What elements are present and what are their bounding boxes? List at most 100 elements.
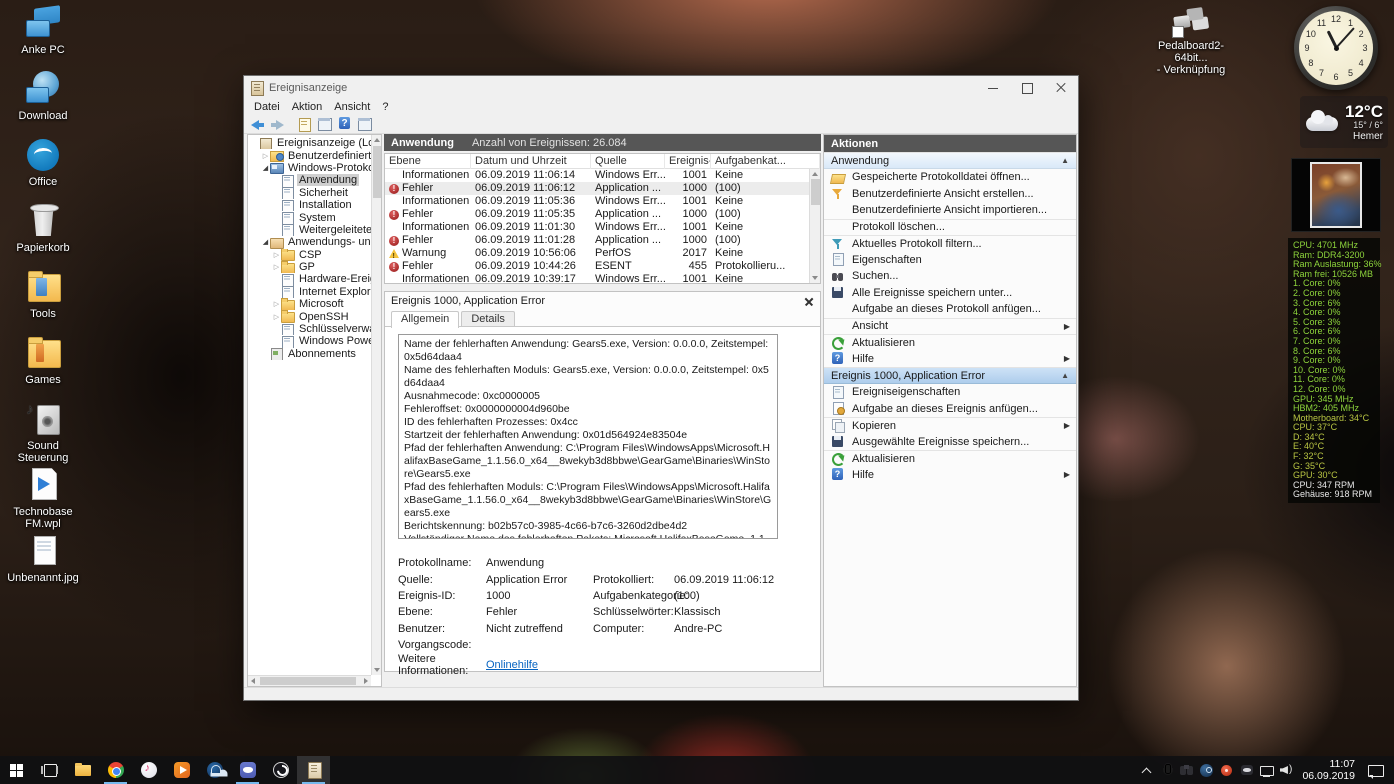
list-vertical-scrollbar[interactable] — [809, 169, 820, 283]
tray-expand-icon[interactable] — [1138, 759, 1155, 781]
action-section-header[interactable]: Anwendung ▲ — [824, 152, 1076, 169]
column-header-2[interactable]: Datum und Uhrzeit — [471, 154, 591, 169]
menu-ansicht[interactable]: Ansicht — [328, 101, 376, 113]
action-item[interactable]: Aufgabe an dieses Ereignis anfügen... — [824, 400, 1076, 417]
action-pane-icon[interactable] — [356, 116, 373, 132]
column-header-5[interactable]: Aufgabenkat... — [711, 154, 820, 169]
discord-button[interactable] — [231, 756, 264, 784]
action-item[interactable]: Suchen... — [824, 268, 1076, 285]
tree-item[interactable]: ▷ OpenSSH — [248, 310, 371, 323]
scroll-down-icon[interactable] — [812, 276, 818, 280]
action-item[interactable]: Eigenschaften — [824, 251, 1076, 268]
column-header-3[interactable]: Quelle — [591, 154, 665, 169]
desktop-icon-games[interactable]: Games — [4, 334, 82, 400]
action-item[interactable]: Gespeicherte Protokolldatei öffnen... — [824, 169, 1076, 186]
tree-item[interactable]: ▷ Benutzerdefinierte Ansichten — [248, 149, 371, 162]
discord-tray-icon[interactable] — [1238, 759, 1255, 781]
export-icon[interactable] — [296, 116, 313, 132]
close-button[interactable] — [1044, 76, 1078, 99]
binoculars-icon[interactable] — [1178, 759, 1195, 781]
tab-allgemein[interactable]: Allgemein — [391, 311, 460, 328]
console-tree-icon[interactable] — [316, 116, 333, 132]
action-item[interactable]: Ausgewählte Ereignisse speichern... — [824, 433, 1076, 450]
scroll-right-icon[interactable] — [364, 678, 368, 684]
media-player-button[interactable] — [165, 756, 198, 784]
forward-icon[interactable] — [269, 116, 286, 132]
headset-app-button[interactable] — [198, 756, 231, 784]
expanded-icon[interactable]: ◢ — [261, 238, 270, 246]
tree-item[interactable]: ◢ Anwendungs- und Dienstprotokolle — [248, 236, 371, 249]
obs-studio-button[interactable] — [264, 756, 297, 784]
action-item[interactable]: Hilfe ▶ — [824, 350, 1076, 367]
tree-item[interactable]: System — [248, 211, 371, 224]
menu-aktion[interactable]: Aktion — [286, 101, 329, 113]
volume-icon[interactable] — [1278, 759, 1295, 781]
tree-item[interactable]: Internet Explorer — [248, 286, 371, 299]
expanded-icon[interactable]: ◢ — [261, 164, 270, 172]
desktop-icon-office[interactable]: Office — [4, 136, 82, 202]
taskbar-clock[interactable]: 11:07 06.09.2019 — [1296, 758, 1363, 782]
steam-icon[interactable] — [1198, 759, 1215, 781]
desktop-icon-unbenannt-jpg[interactable]: Unbenannt.jpg — [4, 532, 82, 598]
photo-slideshow-widget[interactable] — [1291, 158, 1381, 232]
event-viewer-button[interactable] — [297, 756, 330, 784]
file-explorer-button[interactable] — [66, 756, 99, 784]
tree-vertical-scrollbar[interactable] — [371, 135, 381, 675]
minimize-button[interactable] — [976, 76, 1010, 99]
column-header-1[interactable]: Ebene — [385, 154, 471, 169]
collapse-icon[interactable]: ▲ — [1061, 156, 1069, 165]
collapsed-icon[interactable]: ▷ — [272, 263, 281, 271]
microphone-icon[interactable] — [1158, 759, 1175, 781]
chrome-button[interactable] — [99, 756, 132, 784]
network-icon[interactable] — [1258, 759, 1275, 781]
event-row[interactable]: Informationen 06.09.2019 11:01:30 Windows … — [385, 221, 820, 234]
event-row[interactable]: Fehler 06.09.2019 10:44:26 ESENT 455 Protoko… — [385, 260, 820, 273]
scrollbar-thumb[interactable] — [373, 146, 381, 198]
scroll-up-icon[interactable] — [812, 172, 818, 176]
tree-item[interactable]: Sicherheit — [248, 187, 371, 199]
tree-item[interactable]: Anwendung — [248, 174, 371, 187]
scrollbar-thumb[interactable] — [811, 179, 820, 205]
action-item[interactable]: Alle Ereignisse speichern unter... — [824, 284, 1076, 301]
tree-item[interactable]: ▷ Microsoft — [248, 298, 371, 311]
action-item[interactable]: Ansicht ▶ — [824, 317, 1076, 334]
desktop-icon-technobase-fm[interactable]: Technobase FM.wpl — [4, 466, 82, 532]
event-row[interactable]: Warnung 06.09.2019 10:56:06 PerfOS 2017 Kein… — [385, 247, 820, 260]
notifications-icon[interactable] — [1365, 759, 1387, 781]
collapse-icon[interactable]: ▲ — [1061, 371, 1069, 380]
itunes-button[interactable] — [132, 756, 165, 784]
record-icon[interactable] — [1218, 759, 1235, 781]
action-item[interactable]: Aufgabe an dieses Protokoll anfügen... — [824, 301, 1076, 318]
action-item[interactable]: Aktualisieren — [824, 450, 1076, 467]
event-row[interactable]: Fehler 06.09.2019 11:06:12 Application ...… — [385, 182, 820, 195]
tree-item[interactable]: ▷ GP — [248, 260, 371, 274]
collapsed-icon[interactable]: ▷ — [272, 300, 281, 308]
scrollbar-thumb[interactable] — [260, 677, 356, 685]
tree-item[interactable]: Schlüsselverwaltungsdienst — [248, 323, 371, 336]
event-row[interactable]: Informationen 06.09.2019 10:39:17 Windows … — [385, 273, 820, 283]
event-row[interactable]: Fehler 06.09.2019 11:05:35 Application ...… — [385, 208, 820, 221]
action-item[interactable]: Hilfe ▶ — [824, 466, 1076, 483]
event-row[interactable]: Informationen 06.09.2019 11:05:36 Windows … — [385, 195, 820, 208]
action-item[interactable]: Aktuelles Protokoll filtern... — [824, 235, 1076, 252]
detail-close-icon[interactable] — [802, 295, 816, 308]
scroll-left-icon[interactable] — [251, 678, 255, 684]
tree-item[interactable]: ◢ Windows-Protokolle — [248, 162, 371, 175]
collapsed-icon[interactable]: ▷ — [272, 313, 281, 321]
event-row[interactable]: Fehler 06.09.2019 11:01:28 Application ...… — [385, 234, 820, 247]
back-icon[interactable] — [249, 116, 266, 132]
tree-item[interactable]: Installation — [248, 199, 371, 212]
desktop-icon-download[interactable]: Download — [4, 70, 82, 136]
tree-item[interactable]: Abonnements — [248, 348, 371, 361]
tree-item[interactable]: Hardware-Ereignisse — [248, 273, 371, 286]
tree-horizontal-scrollbar[interactable] — [248, 675, 371, 686]
menu-datei[interactable]: Datei — [248, 101, 286, 113]
online-help-link[interactable]: Onlinehilfe — [486, 659, 593, 671]
tree-item[interactable]: Weitergeleitete Ereignisse — [248, 224, 371, 237]
scroll-down-icon[interactable] — [374, 668, 380, 672]
maximize-button[interactable] — [1010, 76, 1044, 99]
action-section-header[interactable]: Ereignis 1000, Application Error ▲ — [824, 367, 1076, 384]
action-item[interactable]: Kopieren ▶ — [824, 417, 1076, 434]
desktop-icon-anke-pc[interactable]: Anke PC — [4, 4, 82, 70]
event-description-box[interactable]: Name der fehlerhaften Anwendung: Gears5.… — [398, 334, 778, 539]
